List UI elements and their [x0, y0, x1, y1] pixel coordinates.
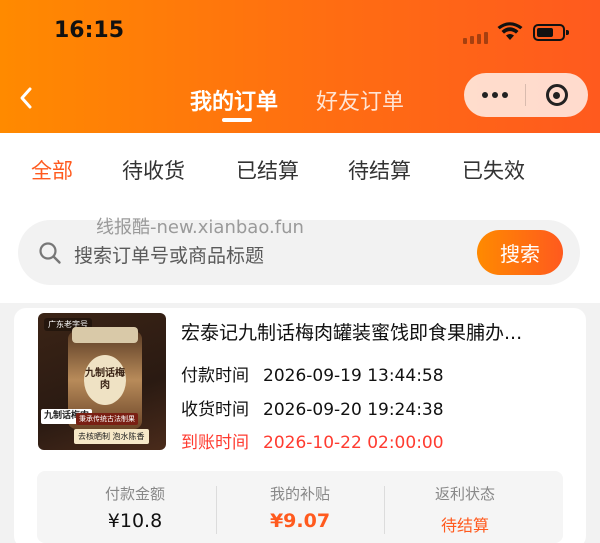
arrival-time-label: 到账时间: [181, 433, 249, 453]
payment-time-row: 付款时间 2026-09-19 13:44:58: [181, 361, 444, 386]
arrival-time-value: 2026-10-22 02:00:00: [263, 433, 444, 453]
filter-tab-to-receive[interactable]: 待收货: [122, 155, 185, 185]
status-time: 16:15: [54, 18, 125, 43]
tab-my-orders[interactable]: 我的订单: [190, 84, 278, 116]
paid-amount-label: 付款金额: [104, 485, 165, 503]
watermark-text: 线报酷-new.xianbao.fun: [96, 217, 304, 238]
subsidy-stat: 我的补贴 ¥9.07: [215, 483, 385, 532]
search-button[interactable]: 搜索: [477, 230, 563, 275]
rebate-status-label: 返利状态: [434, 485, 495, 503]
jar-label: 九制话梅肉: [84, 355, 126, 405]
paid-amount-value: ¥10.8: [107, 510, 163, 532]
arrival-time-row: 到账时间 2026-10-22 02:00:00: [181, 428, 444, 453]
tab-friend-orders[interactable]: 好友订单: [316, 84, 404, 116]
product-image[interactable]: 广东老字号 九制话梅肉 九制话梅肉 秉承传统古法制果 去核晒制 泡水陈香: [38, 313, 166, 450]
search-placeholder: 搜索订单号或商品标题: [74, 245, 265, 267]
subsidy-value: ¥9.07: [269, 510, 331, 532]
search-icon: [38, 241, 62, 269]
filter-tab-all[interactable]: 全部: [31, 155, 73, 185]
wifi-icon: [497, 22, 523, 46]
back-chevron-icon[interactable]: [18, 86, 34, 110]
signal-icon: [463, 32, 488, 44]
product-title[interactable]: 宏泰记九制话梅肉罐装蜜饯即食果脯办...: [181, 318, 561, 345]
payment-time-label: 付款时间: [181, 366, 249, 386]
paid-amount-stat: 付款金额 ¥10.8: [50, 483, 220, 532]
active-tab-indicator: [222, 118, 252, 122]
more-options-icon[interactable]: [464, 92, 525, 98]
mini-program-capsule: [464, 73, 588, 117]
image-subslogan: 去核晒制 泡水陈香: [74, 429, 149, 444]
filter-tab-pending[interactable]: 待结算: [348, 155, 411, 185]
rebate-status-value: 待结算: [440, 516, 489, 535]
receive-time-label: 收货时间: [181, 400, 249, 420]
subsidy-label: 我的补贴: [269, 485, 330, 503]
battery-icon: [533, 24, 569, 41]
payment-time-value: 2026-09-19 13:44:58: [263, 366, 444, 386]
close-target-icon[interactable]: [526, 84, 587, 106]
jar-lid: [72, 327, 138, 343]
filter-tab-settled[interactable]: 已结算: [236, 155, 299, 185]
image-slogan: 秉承传统古法制果: [76, 413, 138, 425]
rebate-status-stat: 返利状态 待结算: [380, 483, 550, 536]
receive-time-value: 2026-09-20 19:24:38: [263, 400, 444, 420]
filter-tab-expired[interactable]: 已失效: [462, 155, 525, 185]
receive-time-row: 收货时间 2026-09-20 19:24:38: [181, 395, 444, 420]
